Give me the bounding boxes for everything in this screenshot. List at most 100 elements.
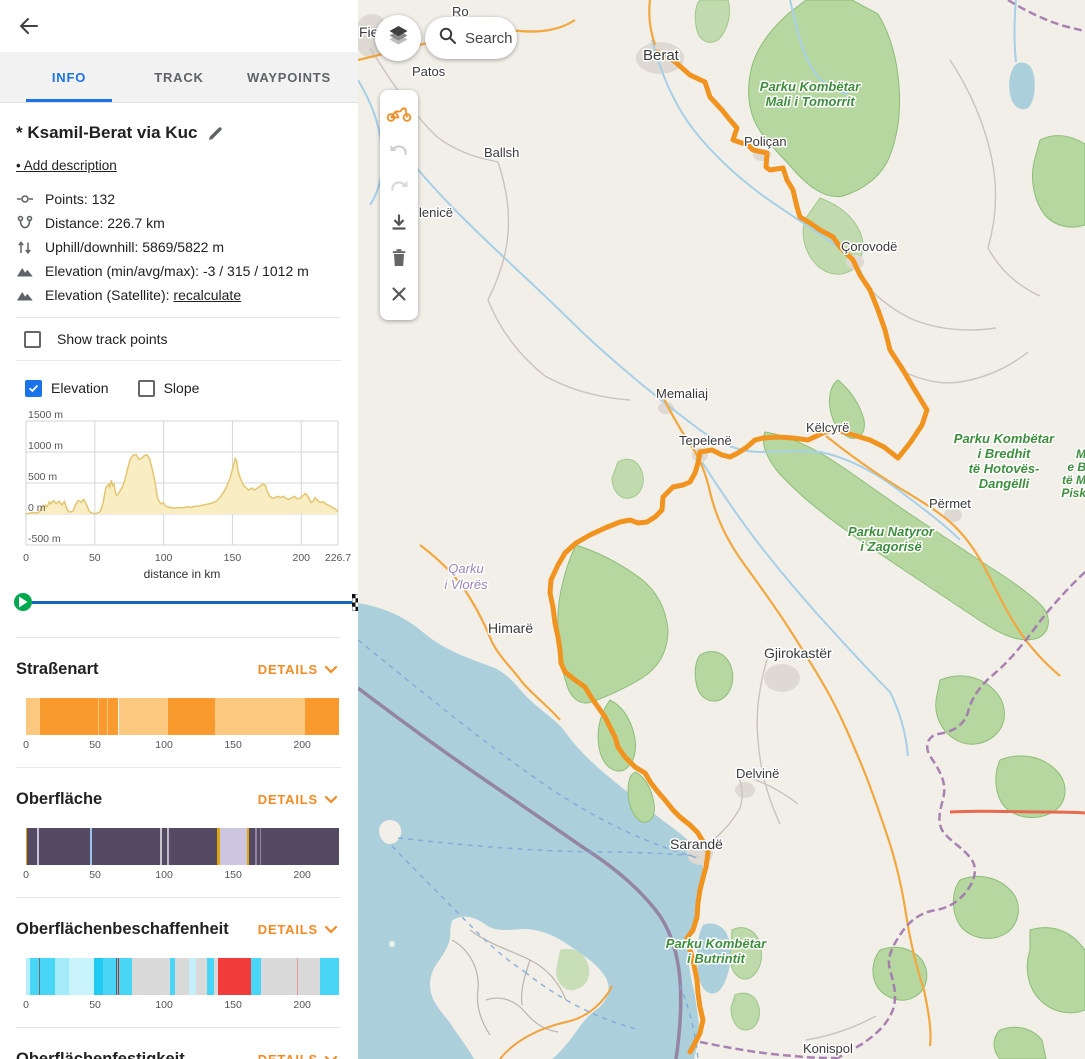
route-toolbar [380, 90, 418, 320]
elevation-toggle-label: Elevation [51, 380, 109, 396]
details-button-festigkeit[interactable]: DETAILS [258, 1052, 338, 1059]
bar-segment [132, 958, 169, 995]
distance-icon [16, 214, 34, 232]
bar-axis-tick: 50 [89, 999, 101, 1011]
svg-text:200: 200 [292, 552, 310, 564]
details-button-oberflaeche[interactable]: DETAILS [258, 792, 338, 807]
road-red [950, 811, 1085, 813]
elevation-checkbox[interactable] [25, 380, 42, 397]
show-track-points-checkbox[interactable] [24, 331, 41, 348]
delete-button[interactable] [382, 242, 416, 276]
bar-axis-tick: 100 [155, 739, 173, 751]
bar-axis-tick: 200 [293, 739, 311, 751]
segment-bar [26, 828, 339, 865]
svg-text:0: 0 [23, 552, 29, 564]
bar-segment [168, 698, 215, 735]
map-canvas[interactable]: FierPatosBallshlenicëRoBeratPoliçanÇorov… [358, 0, 1085, 1059]
arrow-left-icon [17, 14, 41, 41]
redo-icon [388, 177, 410, 198]
map-label: Gjirokastër [764, 645, 832, 661]
tab-track[interactable]: TRACK [124, 52, 234, 102]
map-label: Ballsh [484, 145, 519, 160]
bar-segment [94, 958, 104, 995]
chevron-down-icon [324, 662, 338, 677]
bar-segment [26, 698, 40, 735]
play-button[interactable] [14, 593, 32, 611]
bar-segment [189, 958, 196, 995]
add-description-link[interactable]: • Add description [16, 158, 117, 175]
map-label: Këlcyrë [806, 420, 849, 435]
section-title-oberflaeche: Oberfläche [16, 790, 102, 809]
bar-axis-tick: 100 [155, 869, 173, 881]
edit-title-icon[interactable] [207, 125, 224, 142]
bar-segment [261, 958, 297, 995]
elevation-chart[interactable]: -500 m0 m500 m1000 m1500 m05010015020022… [16, 405, 356, 583]
layers-button[interactable] [375, 15, 421, 61]
map-label: Sarandë [670, 836, 723, 852]
stat-points-text: Points: 132 [45, 191, 115, 207]
island-tiny [389, 941, 395, 947]
bar-segment [26, 828, 339, 865]
track-panel: INFO TRACK WAYPOINTS * Ksamil-Berat via … [0, 0, 358, 1059]
bar-axis-tick: 0 [23, 999, 29, 1011]
map-label: M [1076, 447, 1085, 461]
stat-distance-text: Distance: 226.7 km [45, 215, 165, 231]
close-icon [390, 285, 408, 306]
track-title: * Ksamil-Berat via Kuc [16, 123, 197, 143]
svg-text:50: 50 [89, 552, 101, 564]
oberflaeche-bar: 050100150200 [26, 828, 339, 883]
back-button[interactable] [10, 8, 48, 46]
slope-toggle-label: Slope [164, 380, 200, 396]
show-track-points-label: Show track points [57, 331, 168, 347]
map-label: i Vlorës [444, 577, 488, 592]
recalculate-link[interactable]: recalculate [173, 287, 241, 303]
bar-segment [69, 958, 94, 995]
map-label: i Bredhit [978, 446, 1031, 461]
finish-flag-handle[interactable] [352, 594, 358, 611]
delete-icon [390, 248, 408, 271]
map-label: Parku Kombëtar [666, 936, 767, 951]
stat-elevation-text: Elevation (min/avg/max): -3 / 315 / 1012… [45, 263, 309, 279]
slope-checkbox[interactable] [138, 380, 155, 397]
stat-points: Points: 132 [16, 187, 358, 211]
map-label: Tepelenë [679, 433, 732, 448]
map-label: Konispol [803, 1041, 853, 1056]
stat-satellite-text: Elevation (Satellite): recalculate [45, 287, 241, 303]
download-button[interactable] [382, 206, 416, 240]
undo-button[interactable] [382, 134, 416, 168]
stat-distance: Distance: 226.7 km [16, 211, 358, 235]
close-button[interactable] [382, 278, 416, 312]
app-window: INFO TRACK WAYPOINTS * Ksamil-Berat via … [0, 0, 1085, 1059]
bar-segment [298, 958, 320, 995]
elevation-icon [16, 262, 34, 280]
search-input[interactable]: Search [425, 17, 517, 59]
svg-text:distance in km: distance in km [144, 567, 221, 581]
slider-track[interactable] [32, 601, 352, 604]
stat-uphill-downhill: Uphill/downhill: 5869/5822 m [16, 235, 358, 259]
bar-segment [255, 828, 256, 865]
map: FierPatosBallshlenicëRoBeratPoliçanÇorov… [358, 0, 1085, 1059]
tab-waypoints[interactable]: WAYPOINTS [234, 52, 344, 102]
svg-text:-500 m: -500 m [28, 533, 61, 545]
route-profile-button[interactable] [382, 98, 416, 132]
bar-segment [26, 828, 27, 865]
details-button-beschaffenheit[interactable]: DETAILS [258, 922, 338, 937]
svg-text:1500 m: 1500 m [28, 409, 63, 421]
bar-axis-tick: 50 [89, 869, 101, 881]
map-label: Berat [643, 47, 680, 64]
details-button-strassenart[interactable]: DETAILS [258, 662, 338, 677]
chart-toggle-row: Elevation Slope [0, 377, 358, 399]
tab-info[interactable]: INFO [14, 52, 124, 102]
svg-text:500 m: 500 m [28, 471, 57, 483]
redo-button[interactable] [382, 170, 416, 204]
bar-segment [90, 828, 92, 865]
bar-segment [119, 698, 169, 735]
elevation-icon [16, 286, 34, 304]
bar-axis-tick: 150 [224, 739, 242, 751]
bar-segment [40, 698, 98, 735]
bar-segment [218, 958, 251, 995]
track-range-slider [14, 593, 358, 611]
search-icon [438, 26, 457, 50]
tab-track-label: TRACK [154, 70, 204, 85]
map-label: Parku Natyror [848, 524, 935, 539]
